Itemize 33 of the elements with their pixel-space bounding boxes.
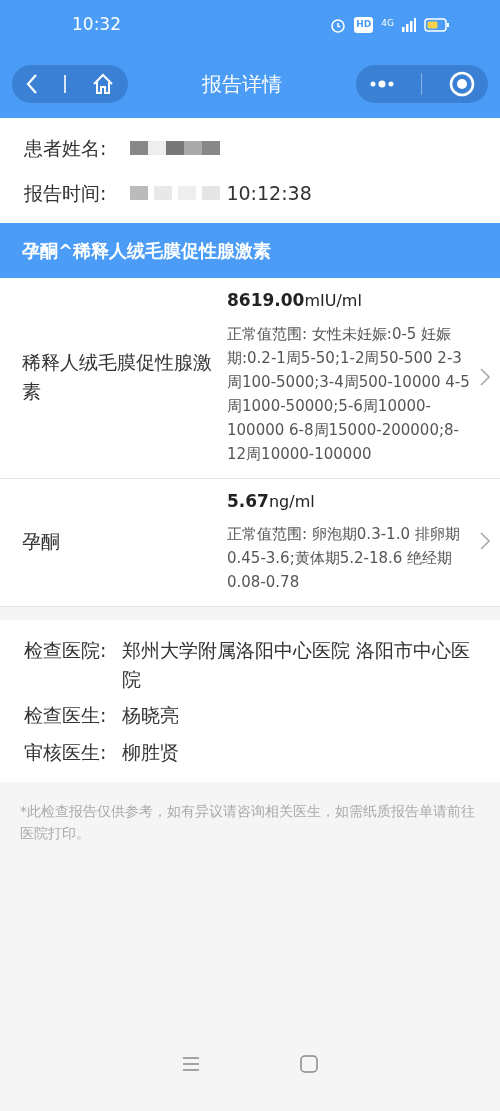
chevron-icon: [480, 367, 490, 386]
result-row[interactable]: 孕酮 5.67ng/ml 正常值范围: 卵泡期0.3-1.0 排卵期0.45-3.6;黄体期5.2-18.6 绝经期0.08-0.78: [0, 478, 500, 607]
signal-icon: [402, 18, 416, 32]
menu-icon[interactable]: [182, 1056, 200, 1072]
field-value: 10:12:38: [226, 180, 312, 206]
network-indicator: 4G: [381, 19, 394, 28]
chevron-icon: [480, 532, 490, 551]
field-label: 检查医生:: [24, 703, 107, 728]
field-value: 杨晓亮: [122, 703, 180, 728]
battery-icon: [424, 18, 450, 32]
home-button-icon[interactable]: [300, 1055, 318, 1073]
clock: 10:32: [72, 13, 121, 37]
field-value: 柳胜贤: [122, 739, 180, 765]
result-value: 5.67ng/ml: [227, 489, 316, 513]
disclaimer-text: *此检查报告仅供参考，如有异议请咨询相关医生，如需纸质报告单请前往医院打印。: [19, 802, 476, 843]
reference-range: 正常值范围: 卵泡期0.3-1.0 排卵期0.45-3.6;黄体期5.2-18.6 绝经期0.08-0.78: [227, 524, 461, 593]
test-name: 稀释人绒毛膜促性腺激素: [22, 350, 212, 404]
back-icon[interactable]: [24, 73, 39, 95]
result-value: 8619.00mIU/ml: [227, 289, 363, 312]
reference-range: 正常值范围: 女性未妊娠:0-5 妊娠期:0.2-1周5-50;1-2周50-500 2-3周100-5000;3-4周500-10000 4-5周1000-50000;5-6周10000-100000 6-8周15000-200000;8-12周10000-100000: [227, 323, 470, 465]
field-label: 审核医生:: [24, 739, 107, 765]
field-label: 患者姓名:: [24, 136, 107, 161]
test-name: 孕酮: [22, 529, 61, 554]
hd-indicator: HD: [354, 17, 374, 33]
more-icon[interactable]: [369, 79, 396, 89]
close-target-icon[interactable]: [448, 71, 475, 97]
field-value: 郑州大学附属洛阳中心医院 洛阳市中心医院: [122, 638, 472, 692]
result-row[interactable]: 稀释人绒毛膜促性腺激素 8619.00mIU/ml 正常值范围: 女性未妊娠:0-5 妊娠期:0.2-1周5-50;1-2周50-500 2-3周100-5000;3-4周500-10000 4-5周1000-50000;5-6周10000-100000 6-8周15000-200000;8-12周10000-100000: [0, 278, 500, 479]
field-label: 报告时间:: [24, 180, 107, 206]
alarm-icon: [330, 17, 347, 33]
field-label: 检查医院:: [24, 638, 107, 663]
page-title: 报告详情: [202, 71, 282, 98]
section-header: 孕酮^稀释人绒毛膜促性腺激素: [0, 223, 500, 278]
